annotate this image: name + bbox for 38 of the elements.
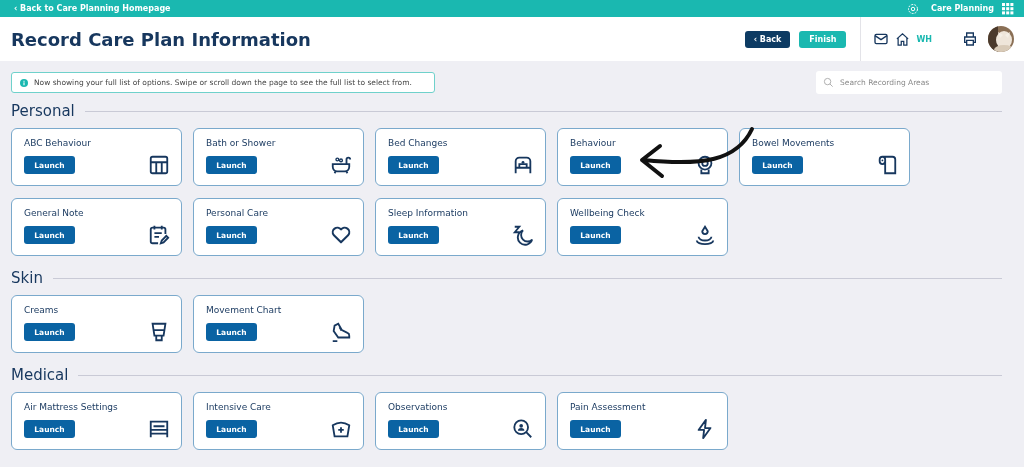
card-title: General Note xyxy=(24,208,85,218)
card-title: Intensive Care xyxy=(206,402,272,412)
toilet-roll-icon xyxy=(876,154,898,176)
search-icon xyxy=(823,77,834,88)
bath-icon xyxy=(330,154,352,176)
back-button[interactable]: ‹ Back xyxy=(744,30,791,48)
info-icon xyxy=(20,78,28,87)
section-title: Skin xyxy=(11,269,43,287)
app-name: Care Planning xyxy=(931,4,994,13)
card-title: Personal Care xyxy=(206,208,269,218)
printer-icon[interactable] xyxy=(962,31,978,47)
heart-icon xyxy=(330,224,352,246)
calendar-edit-icon xyxy=(148,224,170,246)
card-title: Observations xyxy=(388,402,449,412)
card-title: Creams xyxy=(24,305,60,315)
card-title: Wellbeing Check xyxy=(570,208,646,218)
card-title: Air Mattress Settings xyxy=(24,402,119,412)
card-title: Pain Assessment xyxy=(570,402,647,412)
section-title: Medical xyxy=(11,366,69,384)
home-icon[interactable] xyxy=(895,31,911,47)
sleep-moon-icon xyxy=(512,224,534,246)
card-title: Behaviour xyxy=(570,138,617,148)
section-title: Personal xyxy=(11,102,75,120)
card-title: ABC Behaviour xyxy=(24,138,92,148)
home-label: WH xyxy=(916,34,932,44)
card-title: Movement Chart xyxy=(206,305,283,315)
card-title: Sleep Information xyxy=(388,208,469,218)
card-title: Bath or Shower xyxy=(206,138,277,148)
water-drop-icon xyxy=(694,224,716,246)
shoe-icon xyxy=(330,321,352,343)
card-title: Bed Changes xyxy=(388,138,449,148)
mail-icon[interactable] xyxy=(873,31,890,47)
page-title: Record Care Plan Information xyxy=(11,28,312,50)
bed-icon xyxy=(148,418,170,440)
card-title: Bowel Movements xyxy=(752,138,836,148)
bed-icon xyxy=(512,154,534,176)
person-search-icon xyxy=(512,418,534,440)
table-icon xyxy=(148,154,170,176)
